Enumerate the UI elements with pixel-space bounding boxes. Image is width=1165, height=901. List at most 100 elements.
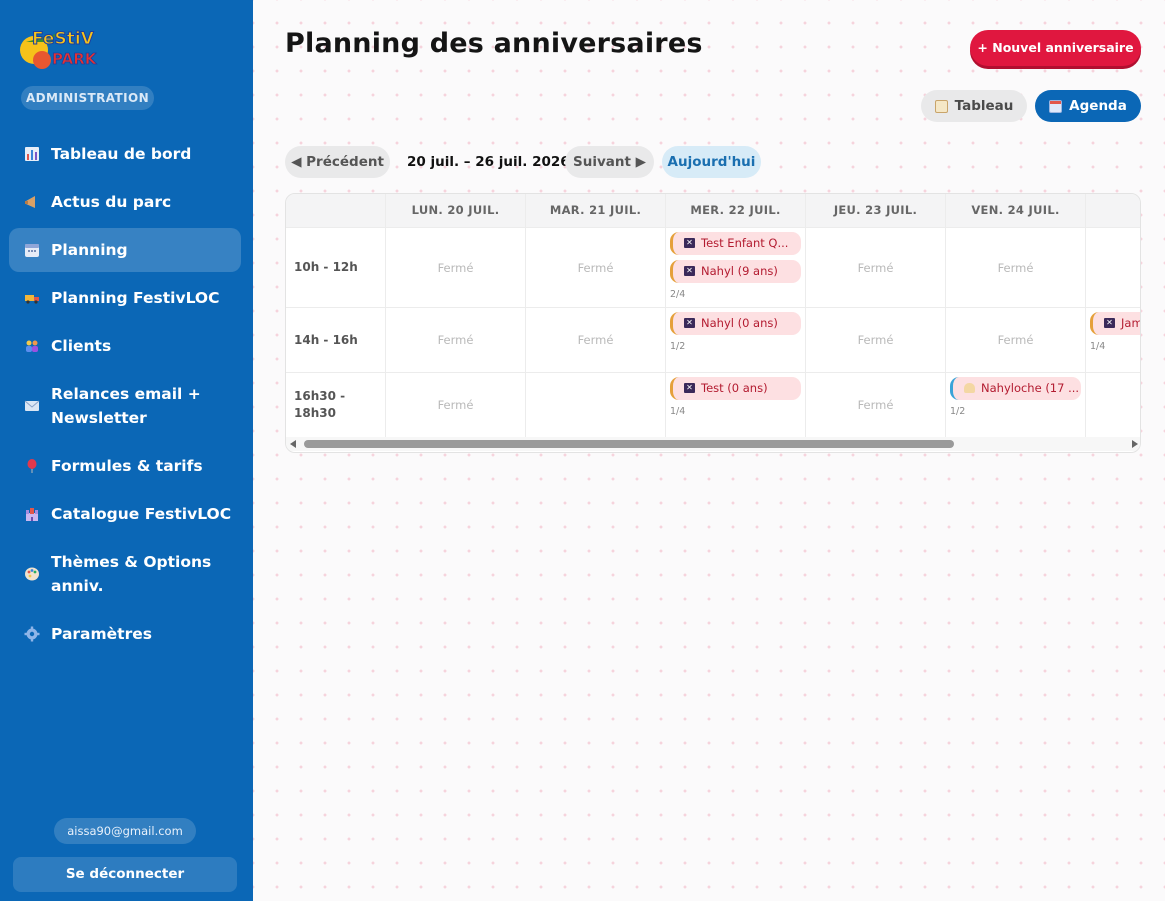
sidebar-item-label: Clients [51, 337, 112, 355]
megaphone-icon [23, 193, 41, 211]
calendar-cell[interactable] [1085, 228, 1140, 307]
gear-icon [23, 625, 41, 643]
closed-label: Fermé [577, 260, 614, 275]
calendar-cell[interactable]: Fermé [945, 308, 1085, 372]
day-header: VEN. 24 JUIL. [945, 194, 1085, 227]
horizontal-scrollbar[interactable] [286, 437, 1140, 451]
calendar-cell[interactable]: Fermé [385, 308, 525, 372]
event-chip[interactable]: ✕ Nahyl (9 ans) [670, 260, 801, 283]
svg-text:FeStiV: FeStiV [32, 29, 95, 49]
sidebar-item-newsletter[interactable]: Relances email + Newsletter [9, 370, 241, 442]
sidebar-item-catalogue[interactable]: Catalogue FestivLOC [9, 490, 241, 538]
truck-icon [23, 289, 41, 307]
movie-icon: ✕ [684, 318, 695, 328]
calendar-cell[interactable]: Fermé [385, 228, 525, 307]
view-tableau-button[interactable]: Tableau [921, 90, 1027, 122]
closed-label: Fermé [437, 333, 474, 347]
event-chip[interactable]: ✕ Test (0 ans) [670, 377, 801, 400]
clipboard-icon [934, 99, 948, 113]
sidebar-item-label: Thèmes & Options anniv. [51, 553, 212, 595]
closed-label: Fermé [437, 398, 474, 412]
calendar-slot-row: 10h - 12h Fermé Fermé ✕ Test Enfant Q... … [286, 228, 1140, 308]
view-agenda-button[interactable]: Agenda [1035, 90, 1141, 122]
sidebar-item-clients[interactable]: Clients [9, 322, 241, 370]
calendar-slot-row: 14h - 16h Fermé Fermé ✕ Nahyl (0 ans) 1/2… [286, 308, 1141, 373]
festiv-park-logo[interactable]: FeStiV PARK [18, 20, 114, 78]
calendar-grid: LUN. 20 JUIL. MAR. 21 JUIL. MER. 22 JUIL… [286, 194, 1141, 438]
agenda-calendar: LUN. 20 JUIL. MAR. 21 JUIL. MER. 22 JUIL… [285, 193, 1141, 453]
svg-text:PARK: PARK [52, 50, 98, 68]
event-label: Nahyl (0 ans) [701, 316, 778, 330]
movie-icon: ✕ [1104, 318, 1115, 328]
closed-label: Fermé [997, 333, 1034, 347]
previous-week-button[interactable]: ◀ Précédent [285, 146, 390, 178]
sidebar-nav: Tableau de bord Actus du parc Planning P… [9, 130, 241, 658]
event-chip[interactable]: ✕ Test Enfant Q... [670, 232, 801, 255]
today-button[interactable]: Aujourd'hui [662, 146, 761, 178]
new-birthday-button[interactable]: + Nouvel anniversaire [970, 30, 1141, 66]
week-range: 20 juil. – 26 juil. 2026 [407, 154, 570, 170]
view-tableau-label: Tableau [954, 98, 1014, 114]
calendar-header-row: LUN. 20 JUIL. MAR. 21 JUIL. MER. 22 JUIL… [286, 194, 1140, 228]
event-label: Jam [1121, 316, 1141, 330]
palette-icon [23, 565, 41, 583]
movie-icon: ✕ [684, 383, 695, 393]
bar-chart-icon [23, 145, 41, 163]
capacity-count: 2/4 [670, 289, 686, 300]
sidebar-item-label: Planning FestivLOC [51, 289, 220, 307]
event-chip[interactable]: ✕ Jam [1090, 312, 1141, 335]
scroll-right-icon[interactable] [1132, 440, 1138, 448]
sidebar-item-label: Formules & tarifs [51, 457, 203, 475]
sidebar-item-news[interactable]: Actus du parc [9, 178, 241, 226]
calendar-cell[interactable]: Fermé [945, 228, 1085, 307]
scroll-left-icon[interactable] [290, 440, 296, 448]
sidebar-item-planning-festivloc[interactable]: Planning FestivLOC [9, 274, 241, 322]
sidebar-item-label: Paramètres [51, 625, 152, 643]
user-email: aissa90@gmail.com [54, 818, 196, 844]
sidebar-item-pricing[interactable]: Formules & tarifs [9, 442, 241, 490]
capacity-count: 1/4 [1090, 341, 1106, 352]
sidebar: FeStiV PARK ADMINISTRATION Tableau de bo… [0, 0, 253, 901]
sidebar-item-label: Planning [51, 241, 128, 259]
calendar-cell[interactable]: Fermé [805, 228, 945, 307]
calendar-slot-row: 16h30 - 18h30 Fermé ✕ Test (0 ans) 1/4 Fe… [286, 373, 1140, 438]
capacity-count: 1/4 [670, 406, 686, 417]
sidebar-item-label: Tableau de bord [51, 145, 192, 163]
event-chip[interactable]: Nahyloche (17 ... [950, 377, 1081, 400]
event-label: Nahyloche (17 ... [981, 381, 1080, 395]
logout-button[interactable]: Se déconnecter [13, 857, 237, 892]
scroll-thumb[interactable] [304, 440, 954, 448]
day-header: MER. 22 JUIL. [665, 194, 805, 227]
capacity-count: 1/2 [670, 341, 686, 352]
sidebar-item-settings[interactable]: Paramètres [9, 610, 241, 658]
sidebar-item-label: Relances email + Newsletter [51, 385, 201, 427]
calendar-cell[interactable]: ✕ Jam 1/4 [1085, 308, 1141, 372]
closed-label: Fermé [857, 260, 894, 275]
calendar-cell[interactable]: Fermé [805, 373, 945, 437]
closed-label: Fermé [577, 333, 614, 347]
sidebar-item-themes[interactable]: Thèmes & Options anniv. [9, 538, 241, 610]
calendar-cell[interactable]: Fermé [805, 308, 945, 372]
calendar-icon [23, 241, 41, 259]
sidebar-item-planning[interactable]: Planning [9, 228, 241, 272]
calendar-cell[interactable]: Fermé [525, 228, 665, 307]
page-title: Planning des anniversaires [285, 28, 703, 59]
next-week-button[interactable]: Suivant ▶ [565, 146, 654, 178]
calendar-cell[interactable]: Fermé [525, 308, 665, 372]
calendar-cell[interactable]: ✕ Nahyl (0 ans) 1/2 [665, 308, 805, 372]
calendar-cell[interactable]: Fermé [385, 373, 525, 437]
event-label: Test (0 ans) [701, 381, 768, 395]
calendar-cell[interactable]: Nahyloche (17 ... 1/2 [945, 373, 1085, 437]
calendar-cell[interactable] [525, 373, 665, 437]
movie-icon: ✕ [684, 238, 695, 248]
slot-time: 14h - 16h [294, 332, 358, 347]
sidebar-item-dashboard[interactable]: Tableau de bord [9, 130, 241, 178]
calendar-cell[interactable]: ✕ Test (0 ans) 1/4 [665, 373, 805, 437]
closed-label: Fermé [857, 398, 894, 412]
event-chip[interactable]: ✕ Nahyl (0 ans) [670, 312, 801, 335]
calendar-icon [1049, 99, 1063, 113]
calendar-cell[interactable] [1085, 373, 1140, 437]
time-header [286, 194, 385, 227]
calendar-cell[interactable]: ✕ Test Enfant Q... ✕ Nahyl (9 ans) 2/4 [665, 228, 805, 307]
day-header: SAM [1085, 194, 1140, 227]
